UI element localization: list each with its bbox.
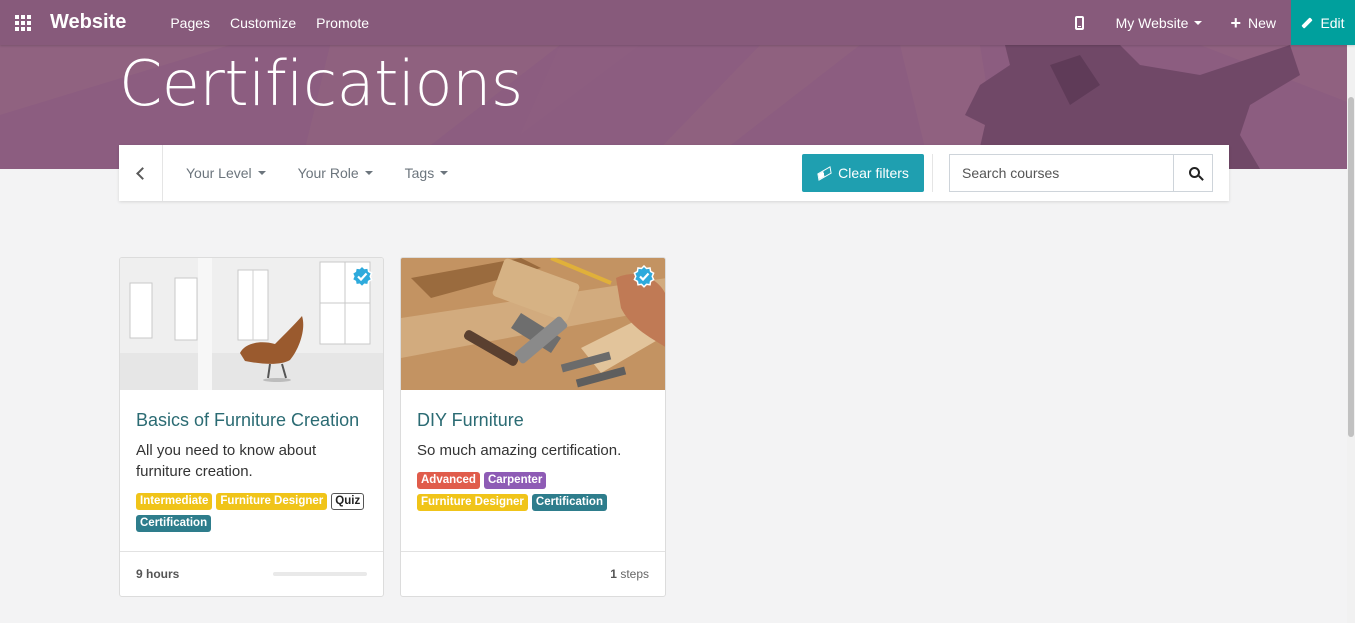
filter-tags-label: Tags	[404, 165, 435, 181]
course-image-chair[interactable]	[120, 258, 383, 390]
tag-intermediate[interactable]: Intermediate	[136, 493, 213, 510]
course-tags: Advanced Carpenter Furniture Designer Ce…	[417, 472, 649, 511]
search-button[interactable]	[1173, 155, 1212, 191]
course-tags: Intermediate Furniture Designer Quiz Cer…	[136, 493, 367, 532]
scrollbar-thumb[interactable]	[1348, 97, 1354, 437]
course-title[interactable]: DIY Furniture	[417, 410, 649, 431]
course-description: All you need to know about furniture cre…	[136, 442, 317, 480]
app-brand[interactable]: Website	[50, 11, 126, 34]
plus-icon: +	[1230, 12, 1241, 33]
course-steps-count: 1	[610, 567, 617, 581]
caret-down-icon	[440, 171, 449, 175]
tag-advanced[interactable]: Advanced	[417, 472, 480, 489]
course-card[interactable]: DIY Furniture So much amazing certificat…	[400, 257, 666, 597]
menu-pages[interactable]: Pages	[170, 15, 210, 31]
menu-customize[interactable]: Customize	[230, 15, 296, 31]
course-footer: 1 steps	[401, 551, 665, 596]
chevron-left-icon	[136, 166, 149, 180]
course-duration: 9 hours	[136, 567, 180, 581]
website-selector-label: My Website	[1115, 14, 1189, 31]
tag-quiz[interactable]: Quiz	[331, 493, 365, 510]
caret-down-icon	[364, 171, 373, 175]
tag-certification[interactable]: Certification	[531, 494, 607, 511]
divider	[932, 154, 933, 192]
eraser-icon	[817, 165, 832, 181]
tag-carpenter[interactable]: Carpenter	[483, 472, 547, 489]
course-card-body: Basics of Furniture Creation All you nee…	[136, 390, 367, 532]
verified-badge-icon	[351, 265, 373, 288]
new-button[interactable]: + New	[1230, 14, 1276, 32]
course-title[interactable]: Basics of Furniture Creation	[136, 410, 367, 431]
edit-button-label: Edit	[1320, 14, 1345, 31]
filter-your-level-label: Your Level	[186, 165, 252, 181]
clear-filters-label: Clear filters	[838, 165, 909, 181]
course-image-tools[interactable]	[401, 258, 665, 390]
tag-certification[interactable]: Certification	[136, 515, 212, 532]
top-navbar: Website Pages Customize Promote My Websi…	[0, 0, 1355, 45]
filter-bar: Your Level Your Role Tags Clear filters	[119, 145, 1229, 201]
course-card-body: DIY Furniture So much amazing certificat…	[417, 390, 649, 511]
pencil-icon	[1301, 16, 1314, 29]
back-button[interactable]	[119, 145, 163, 201]
filter-your-role-label: Your Role	[297, 165, 359, 181]
tag-furniture-designer[interactable]: Furniture Designer	[417, 494, 528, 511]
website-selector[interactable]: My Website	[1116, 15, 1203, 31]
apps-menu-icon[interactable]	[0, 0, 46, 45]
search-icon	[1188, 166, 1200, 178]
caret-down-icon	[1194, 20, 1203, 25]
course-footer: 9 hours	[120, 551, 383, 596]
menu-promote[interactable]: Promote	[316, 15, 369, 31]
filter-your-level[interactable]: Your Level	[186, 165, 266, 181]
course-steps: 1 steps	[610, 567, 649, 581]
tag-furniture-designer[interactable]: Furniture Designer	[216, 493, 328, 510]
edit-button[interactable]: Edit	[1291, 0, 1355, 45]
search-input[interactable]	[950, 155, 1173, 191]
filter-your-role[interactable]: Your Role	[298, 165, 373, 181]
verified-badge-icon	[633, 265, 655, 288]
search-box	[949, 154, 1213, 192]
course-progress-bar	[273, 572, 367, 576]
filter-tags[interactable]: Tags	[405, 165, 449, 181]
mobile-preview-icon[interactable]	[1074, 15, 1084, 30]
caret-down-icon	[257, 171, 266, 175]
new-button-label: New	[1247, 14, 1276, 31]
page-scrollbar[interactable]	[1347, 45, 1355, 623]
course-steps-label: steps	[620, 567, 649, 581]
page-title: Certifications	[119, 47, 523, 120]
course-card[interactable]: Basics of Furniture Creation All you nee…	[119, 257, 384, 597]
course-description: So much amazing certification.	[417, 442, 622, 459]
clear-filters-button[interactable]: Clear filters	[802, 154, 924, 192]
